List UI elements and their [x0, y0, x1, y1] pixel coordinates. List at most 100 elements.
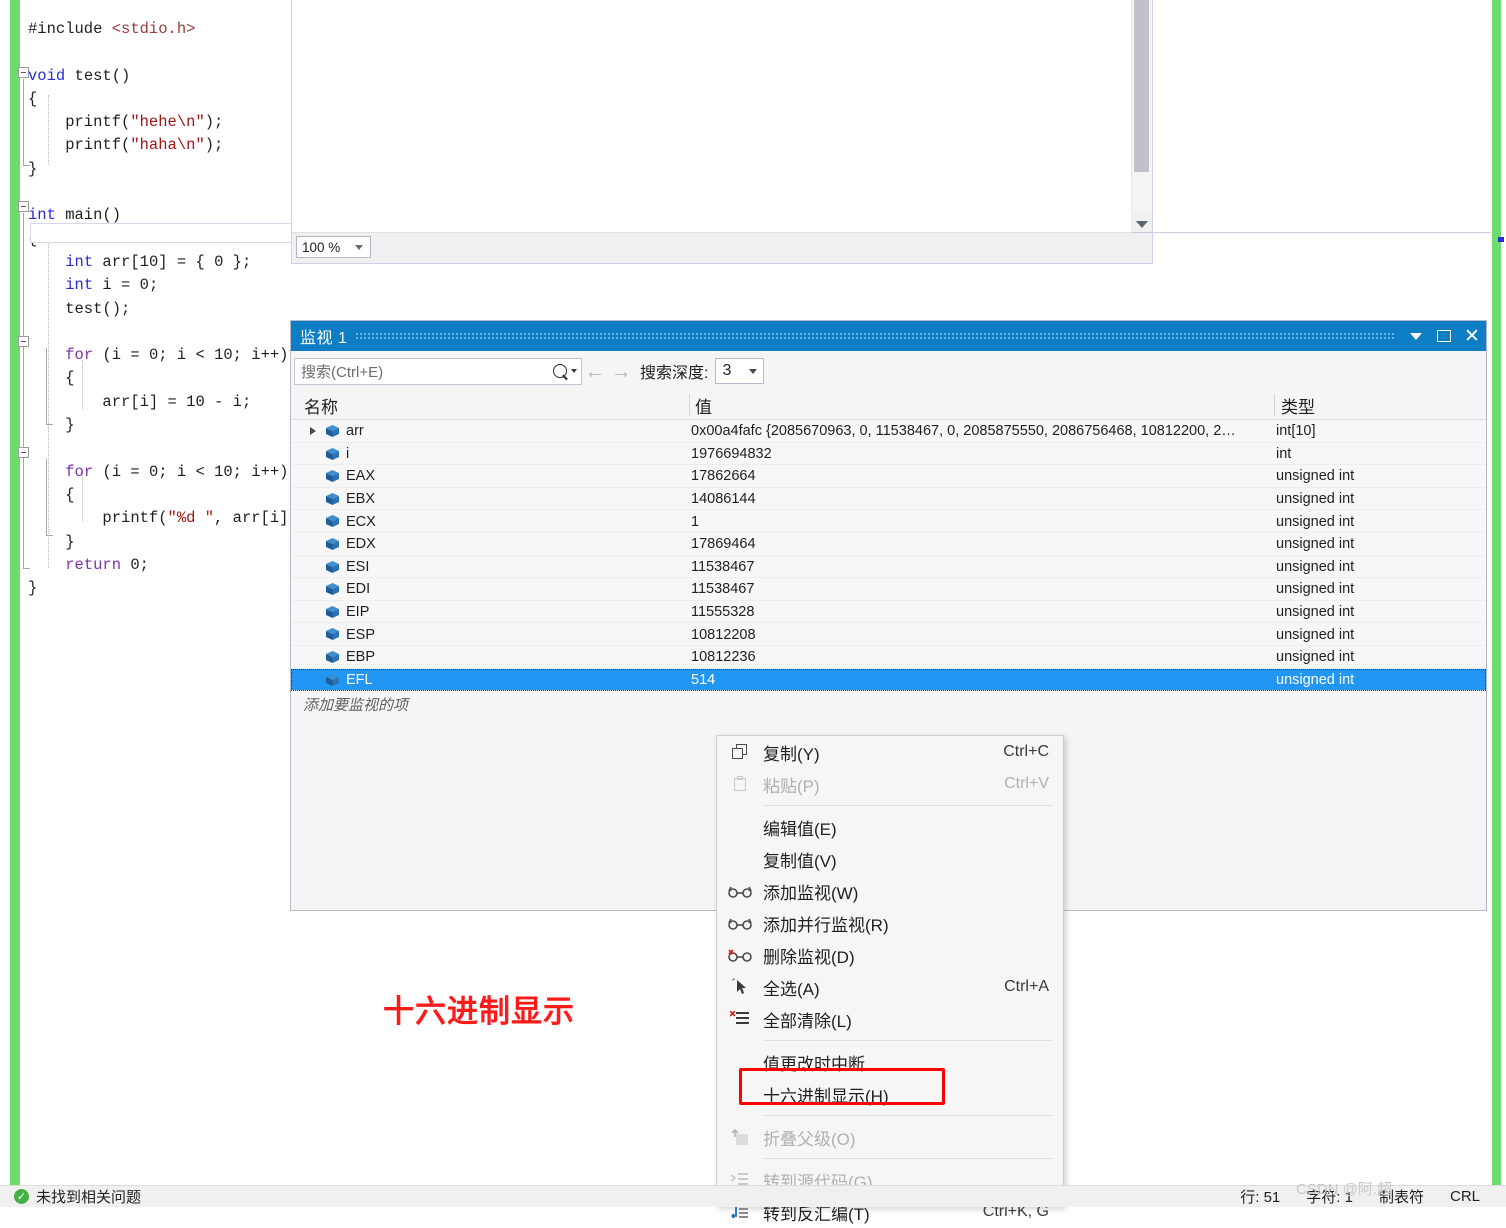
menu-item[interactable]: 删除监视(D): [717, 939, 1063, 971]
variable-cube-icon: [326, 492, 339, 505]
watch-toolbar[interactable]: 搜索(Ctrl+E) ← → 搜索深度: 3: [291, 351, 1486, 391]
search-depth-combobox[interactable]: 3: [715, 358, 765, 384]
watch-row-value[interactable]: 11538467: [691, 556, 1276, 579]
watch-grid-header[interactable]: 名称 值 类型: [291, 391, 1486, 420]
menu-item-label: 全选(A): [763, 979, 820, 999]
watch-row[interactable]: arr 0x00a4fafc {2085670963, 0, 11538467, …: [291, 420, 1486, 443]
code-token: test();: [28, 299, 131, 318]
watch-row-value[interactable]: 17862664: [691, 465, 1276, 488]
close-button[interactable]: ✕: [1458, 322, 1486, 350]
code-token: <stdio.h>: [111, 20, 196, 38]
watch-row[interactable]: ESP 10812208 unsigned int: [291, 623, 1486, 646]
menu-item[interactable]: 添加监视(W): [717, 875, 1063, 907]
watch-row-value[interactable]: 11555328: [691, 601, 1276, 624]
column-divider[interactable]: [1274, 394, 1275, 416]
column-divider[interactable]: [689, 394, 690, 416]
menu-item[interactable]: 全部清除(L): [717, 1003, 1063, 1035]
code-token: void: [28, 66, 66, 85]
code-token: 0: [214, 252, 224, 271]
watch-row-value[interactable]: 14086144: [691, 488, 1276, 511]
watch-row[interactable]: EBX 14086144 unsigned int: [291, 487, 1486, 511]
watch-row[interactable]: EFL 514 unsigned int: [291, 668, 1486, 692]
maximize-icon: [1437, 330, 1451, 342]
watch-row[interactable]: EBP 10812236 unsigned int: [291, 645, 1486, 669]
code-token: printf(: [28, 509, 168, 528]
menu-item[interactable]: 全选(A) Ctrl+A: [717, 971, 1063, 1003]
variable-cube-icon: [326, 583, 339, 596]
menu-item[interactable]: 复制值(V): [717, 843, 1063, 875]
variable-cube-icon: [326, 470, 339, 483]
variable-cube-icon: [326, 650, 339, 663]
code-token: arr[: [93, 252, 140, 271]
watch-row-value[interactable]: 1: [691, 510, 1276, 533]
context-menu[interactable]: 复制(Y) Ctrl+C 粘贴(P) Ctrl+V 编辑值(E) 复制值(V) 添加监视(W…: [716, 735, 1064, 1224]
watch-grid-body[interactable]: arr 0x00a4fafc {2085670963, 0, 11538467, …: [291, 420, 1486, 692]
column-header-name[interactable]: 名称: [304, 391, 338, 419]
code-line: test();: [28, 298, 1128, 321]
add-watch-row[interactable]: [291, 692, 1486, 716]
variable-cube-icon: [326, 515, 339, 528]
clear-all-icon: [730, 1011, 749, 1024]
menu-item-label: 复制(Y): [763, 744, 820, 764]
watch-row-value[interactable]: 17869464: [691, 533, 1276, 556]
chevron-down-icon: [1410, 332, 1422, 340]
chevron-down-icon: [355, 244, 363, 250]
watch-window-titlebar[interactable]: 监视 1 ✕: [291, 321, 1486, 351]
top-panel-footer: [292, 232, 1152, 263]
menu-item-label: 编辑值(E): [763, 819, 837, 839]
menu-item[interactable]: 复制(Y) Ctrl+C: [717, 736, 1063, 768]
top-panel-scrollbar-thumb[interactable]: [1134, 0, 1149, 172]
watch-row[interactable]: i 1976694832 int: [291, 442, 1486, 466]
menu-item[interactable]: 编辑值(E): [717, 811, 1063, 843]
watch-row[interactable]: ESI 11538467 unsigned int: [291, 555, 1486, 579]
watch-row[interactable]: EDI 11538467 unsigned int: [291, 578, 1486, 601]
watch-row[interactable]: ECX 1 unsigned int: [291, 510, 1486, 533]
code-token: {: [28, 485, 75, 504]
watch-row-value[interactable]: 11538467: [691, 578, 1276, 601]
watch-row-value[interactable]: 1976694832: [691, 443, 1276, 466]
watch-row[interactable]: EIP 11555328 unsigned int: [291, 600, 1486, 624]
change-indicator-bar-right: [1492, 0, 1501, 1185]
maximize-button[interactable]: [1430, 322, 1458, 350]
watch-row[interactable]: EDX 17869464 unsigned int: [291, 532, 1486, 556]
watch-row-value[interactable]: 10812236: [691, 646, 1276, 669]
clear-all-icon: [717, 1003, 763, 1035]
annotation-text: 十六进制显示: [383, 994, 575, 1029]
code-token: - i;: [204, 392, 252, 411]
column-header-type[interactable]: 类型: [1281, 391, 1315, 419]
search-input[interactable]: 搜索(Ctrl+E): [294, 357, 582, 385]
code-line: int i = 0;: [28, 274, 1128, 297]
variable-cube-icon: [326, 628, 339, 641]
watch-row-value[interactable]: 10812208: [691, 623, 1276, 646]
code-token: 0: [148, 346, 159, 365]
top-panel-surface[interactable]: [291, 0, 1132, 232]
search-next-button[interactable]: →: [608, 358, 634, 384]
zoom-level-combobox[interactable]: 100 %: [296, 236, 371, 258]
search-previous-button[interactable]: ←: [582, 358, 608, 384]
glasses-icon: [717, 875, 763, 907]
variable-cube-icon: [326, 492, 339, 505]
watch-row[interactable]: EAX 17862664 unsigned int: [291, 465, 1486, 488]
menu-item[interactable]: 添加并行监视(R): [717, 907, 1063, 939]
watch-row-name: ECX: [346, 513, 376, 530]
code-token: ; i++): [232, 346, 289, 365]
glasses-icon: [728, 886, 752, 898]
variable-cube-icon: [326, 447, 339, 460]
menu-item-shortcut: Ctrl+A: [1004, 978, 1049, 995]
window-menu-button[interactable]: [1402, 322, 1430, 350]
watch-row-value[interactable]: 0x00a4fafc {2085670963, 0, 11538467, 0, …: [691, 420, 1276, 443]
code-token: 0: [139, 276, 149, 295]
glasses-icon: [728, 918, 752, 930]
cursor-select-icon: [717, 971, 763, 1003]
code-token: ; i <: [158, 462, 215, 481]
search-options[interactable]: [550, 361, 577, 381]
expand-arrow-icon[interactable]: [310, 427, 316, 435]
code-token: arr[i] =: [28, 392, 187, 411]
panel-divider: [1131, 232, 1491, 233]
menu-item-no-icon: [717, 811, 763, 843]
column-header-value[interactable]: 值: [695, 391, 712, 419]
variable-cube-icon: [326, 673, 339, 686]
watch-row-value[interactable]: 514: [691, 669, 1276, 692]
menu-item-shortcut: Ctrl+C: [1003, 743, 1049, 760]
